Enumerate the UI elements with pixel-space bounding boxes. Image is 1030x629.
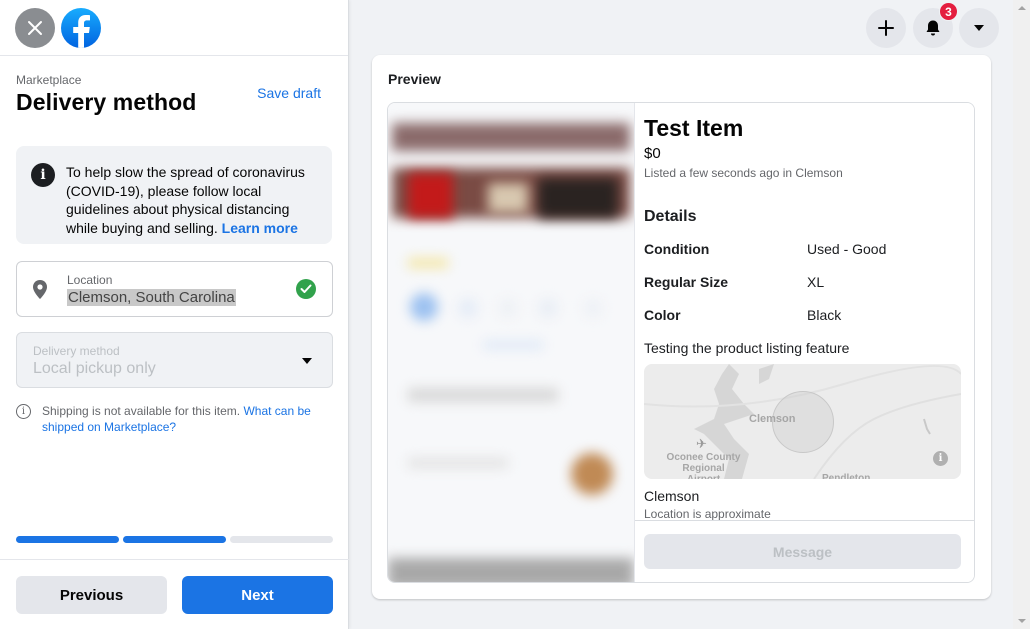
plus-icon (878, 20, 894, 36)
caret-down-icon (302, 358, 312, 364)
delivery-method-label: Delivery method (33, 344, 120, 358)
details-heading: Details (644, 208, 697, 225)
save-draft-link[interactable]: Save draft (257, 85, 321, 101)
location-approximate-note: Location is approximate (644, 507, 771, 521)
info-outline-icon: i (16, 404, 31, 419)
location-input[interactable]: Clemson, South Carolina (67, 289, 236, 306)
map-info-icon[interactable]: i (933, 451, 948, 466)
location-field[interactable]: Location Clemson, South Carolina (16, 261, 333, 317)
step-progress (16, 536, 333, 543)
info-icon: i (31, 163, 55, 187)
facebook-logo-icon[interactable] (61, 7, 101, 48)
delivery-method-select[interactable]: Delivery method Local pickup only (16, 332, 333, 388)
caret-down-icon (974, 25, 984, 31)
preview-heading: Preview (388, 71, 441, 87)
detail-value: XL (807, 274, 825, 290)
next-button[interactable]: Next (182, 576, 333, 614)
message-button[interactable]: Message (644, 534, 961, 569)
detail-key: Color (644, 307, 681, 323)
detail-value: Black (807, 307, 842, 323)
page-scrollbar[interactable] (1013, 0, 1030, 629)
scroll-down-icon[interactable] (1018, 619, 1026, 623)
page-header: Marketplace Delivery method Save draft (0, 56, 348, 146)
map-label-city: Clemson (749, 413, 796, 425)
listing-description: Testing the product listing feature (644, 340, 850, 356)
detail-key: Regular Size (644, 274, 729, 290)
close-button[interactable] (15, 7, 55, 48)
previous-button[interactable]: Previous (16, 576, 167, 614)
detail-value: Used - Good (807, 241, 887, 257)
airport-icon: ✈ (696, 436, 707, 451)
scroll-up-icon[interactable] (1018, 6, 1026, 10)
location-map: Clemson ✈ Oconee County Regional Airport… (644, 364, 961, 479)
create-button[interactable] (866, 8, 906, 48)
preview-card: Preview Test Item $0 Listed a few second… (372, 55, 991, 599)
listing-price: $0 (644, 145, 661, 162)
check-circle-icon (296, 279, 316, 299)
location-label: Location (67, 273, 113, 287)
progress-step (230, 536, 333, 543)
map-label-airport: Oconee County Regional Airport (666, 452, 741, 479)
delivery-method-value: Local pickup only (33, 360, 156, 377)
progress-step (16, 536, 119, 543)
map-label-town: Pendleton (822, 473, 871, 479)
progress-step (123, 536, 226, 543)
notifications-button[interactable]: 3 (913, 2, 958, 48)
panel-topbar (0, 0, 348, 56)
bell-icon (926, 20, 940, 36)
message-divider (635, 520, 974, 521)
listing-title: Test Item (644, 115, 744, 141)
listing-preview: Test Item $0 Listed a few seconds ago in… (387, 102, 975, 583)
footer-divider (0, 559, 349, 560)
listing-photo-blurred (388, 103, 634, 582)
location-name: Clemson (644, 488, 700, 504)
detail-key: Condition (644, 241, 710, 257)
shipping-note: i Shipping is not available for this ite… (16, 403, 316, 435)
create-listing-panel: Marketplace Delivery method Save draft i… (0, 0, 349, 629)
location-pin-icon (33, 280, 47, 299)
covid-notice: i To help slow the spread of coronavirus… (16, 146, 332, 244)
listing-details: Test Item $0 Listed a few seconds ago in… (634, 103, 974, 582)
notification-count-badge: 3 (939, 2, 958, 21)
close-icon (28, 20, 42, 35)
listing-timestamp: Listed a few seconds ago in Clemson (644, 166, 843, 180)
account-menu-button[interactable] (959, 8, 999, 48)
learn-more-link[interactable]: Learn more (222, 220, 298, 236)
shipping-note-text: Shipping is not available for this item. (42, 404, 244, 418)
